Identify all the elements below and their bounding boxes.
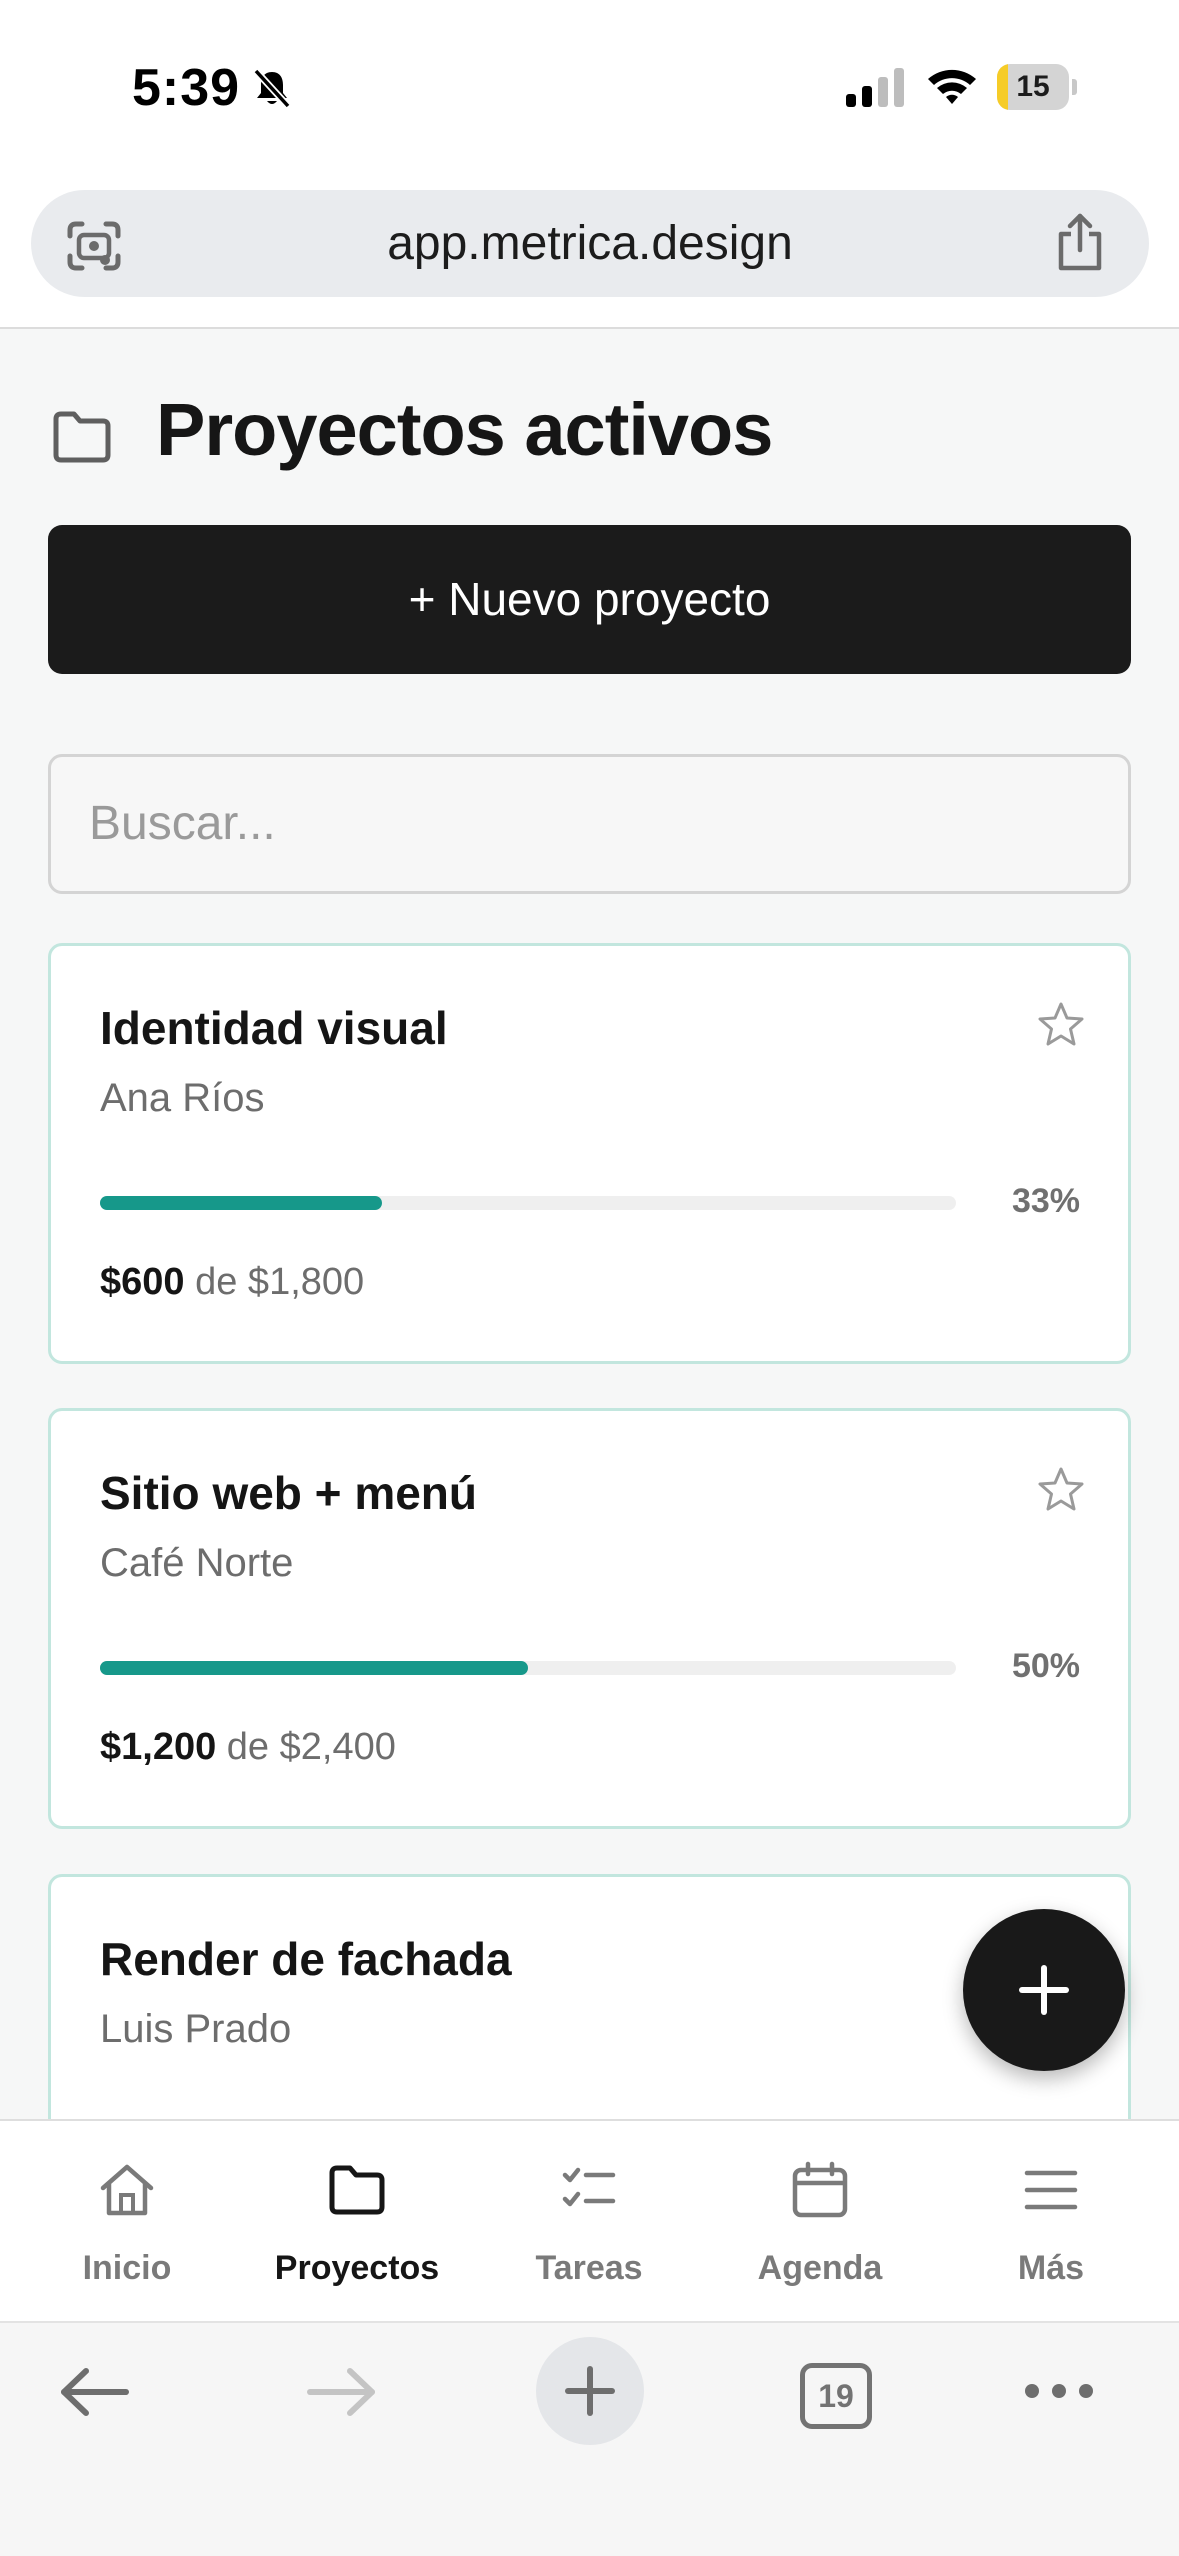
amount-total: de $2,400 (226, 1726, 396, 1768)
folder-icon (329, 2165, 385, 2215)
tab-label: Inicio (82, 2249, 172, 2287)
project-client: Café Norte (100, 1541, 294, 1585)
bottom-tab-bar: Inicio Proyectos Tareas Agenda Más (0, 2119, 1179, 2321)
progress-fill (100, 1196, 383, 1210)
tab-label: Tareas (535, 2249, 643, 2287)
page-title: Proyectos activos (156, 388, 773, 471)
checklist-icon (562, 2167, 616, 2207)
tab-tareas[interactable]: Tareas (489, 2121, 689, 2321)
plus-icon (565, 2366, 615, 2416)
tab-label: Agenda (757, 2249, 883, 2287)
search-input[interactable]: Buscar... (48, 754, 1131, 894)
page-content: Proyectos activos + Nuevo proyecto Busca… (0, 329, 1179, 2121)
arrow-left-icon (61, 2368, 129, 2416)
more-button[interactable] (1001, 2323, 1121, 2453)
progress-percent: 50% (1011, 1647, 1080, 1685)
battery-indicator: 15 (997, 64, 1077, 110)
home-icon (100, 2164, 154, 2216)
amount-total: de $1,800 (195, 1261, 365, 1303)
project-title: Render de fachada (100, 1933, 512, 1985)
calendar-icon (792, 2161, 848, 2218)
project-title: Sitio web + menú (100, 1467, 478, 1519)
cellular-signal-icon (846, 68, 904, 107)
new-project-button[interactable]: + Nuevo proyecto (48, 525, 1131, 674)
progress-track (100, 1196, 956, 1210)
project-client: Ana Ríos (100, 1076, 265, 1120)
star-icon[interactable] (1037, 1001, 1085, 1047)
tab-agenda[interactable]: Agenda (720, 2121, 920, 2321)
battery-body: 15 (997, 64, 1069, 110)
tab-label: Más (1017, 2249, 1085, 2287)
arrow-right-icon (307, 2368, 375, 2416)
progress-percent: 33% (1011, 1182, 1080, 1220)
tabs-count-button[interactable]: 19 (800, 2363, 872, 2429)
amount-paid: $1,200 (100, 1726, 217, 1768)
folder-icon (53, 411, 111, 463)
forward-button[interactable] (282, 2323, 402, 2453)
menu-icon (1024, 2170, 1078, 2210)
payment-amount: $600 de $1,800 (100, 1261, 364, 1304)
tab-label: Proyectos (274, 2249, 440, 2287)
plus-icon (1019, 1965, 1069, 2015)
progress-track (100, 1661, 956, 1675)
status-time: 5:39 (132, 59, 241, 117)
tab-inicio[interactable]: Inicio (27, 2121, 227, 2321)
more-dots-icon (1025, 2384, 1093, 2398)
tab-mas[interactable]: Más (951, 2121, 1151, 2321)
add-fab-button[interactable] (963, 1909, 1125, 2071)
project-card[interactable]: Identidad visual Ana Ríos 33% $600 de $1… (48, 943, 1131, 1364)
tab-proyectos[interactable]: Proyectos (257, 2121, 457, 2321)
star-icon[interactable] (1037, 1466, 1085, 1512)
wifi-icon (928, 69, 976, 104)
amount-paid: $600 (100, 1261, 185, 1303)
url-text[interactable]: app.metrica.design (31, 190, 1149, 297)
address-bar[interactable]: app.metrica.design (31, 190, 1149, 297)
project-client: Luis Prado (100, 2007, 292, 2051)
browser-toolbar: 19 (0, 2321, 1179, 2556)
project-card[interactable]: Sitio web + menú Café Norte 50% $1,200 d… (48, 1408, 1131, 1829)
battery-cap (1072, 79, 1077, 95)
new-tab-button[interactable] (536, 2337, 644, 2445)
back-button[interactable] (36, 2323, 156, 2453)
payment-amount: $1,200 de $2,400 (100, 1726, 396, 1769)
progress-fill (100, 1661, 528, 1675)
share-icon[interactable] (1051, 212, 1109, 272)
status-bar: 5:39 15 (0, 0, 1179, 175)
bell-muted-icon (253, 68, 291, 109)
battery-level: 15 (1016, 70, 1050, 103)
camera-lens-icon[interactable] (66, 220, 122, 272)
project-title: Identidad visual (100, 1002, 448, 1054)
